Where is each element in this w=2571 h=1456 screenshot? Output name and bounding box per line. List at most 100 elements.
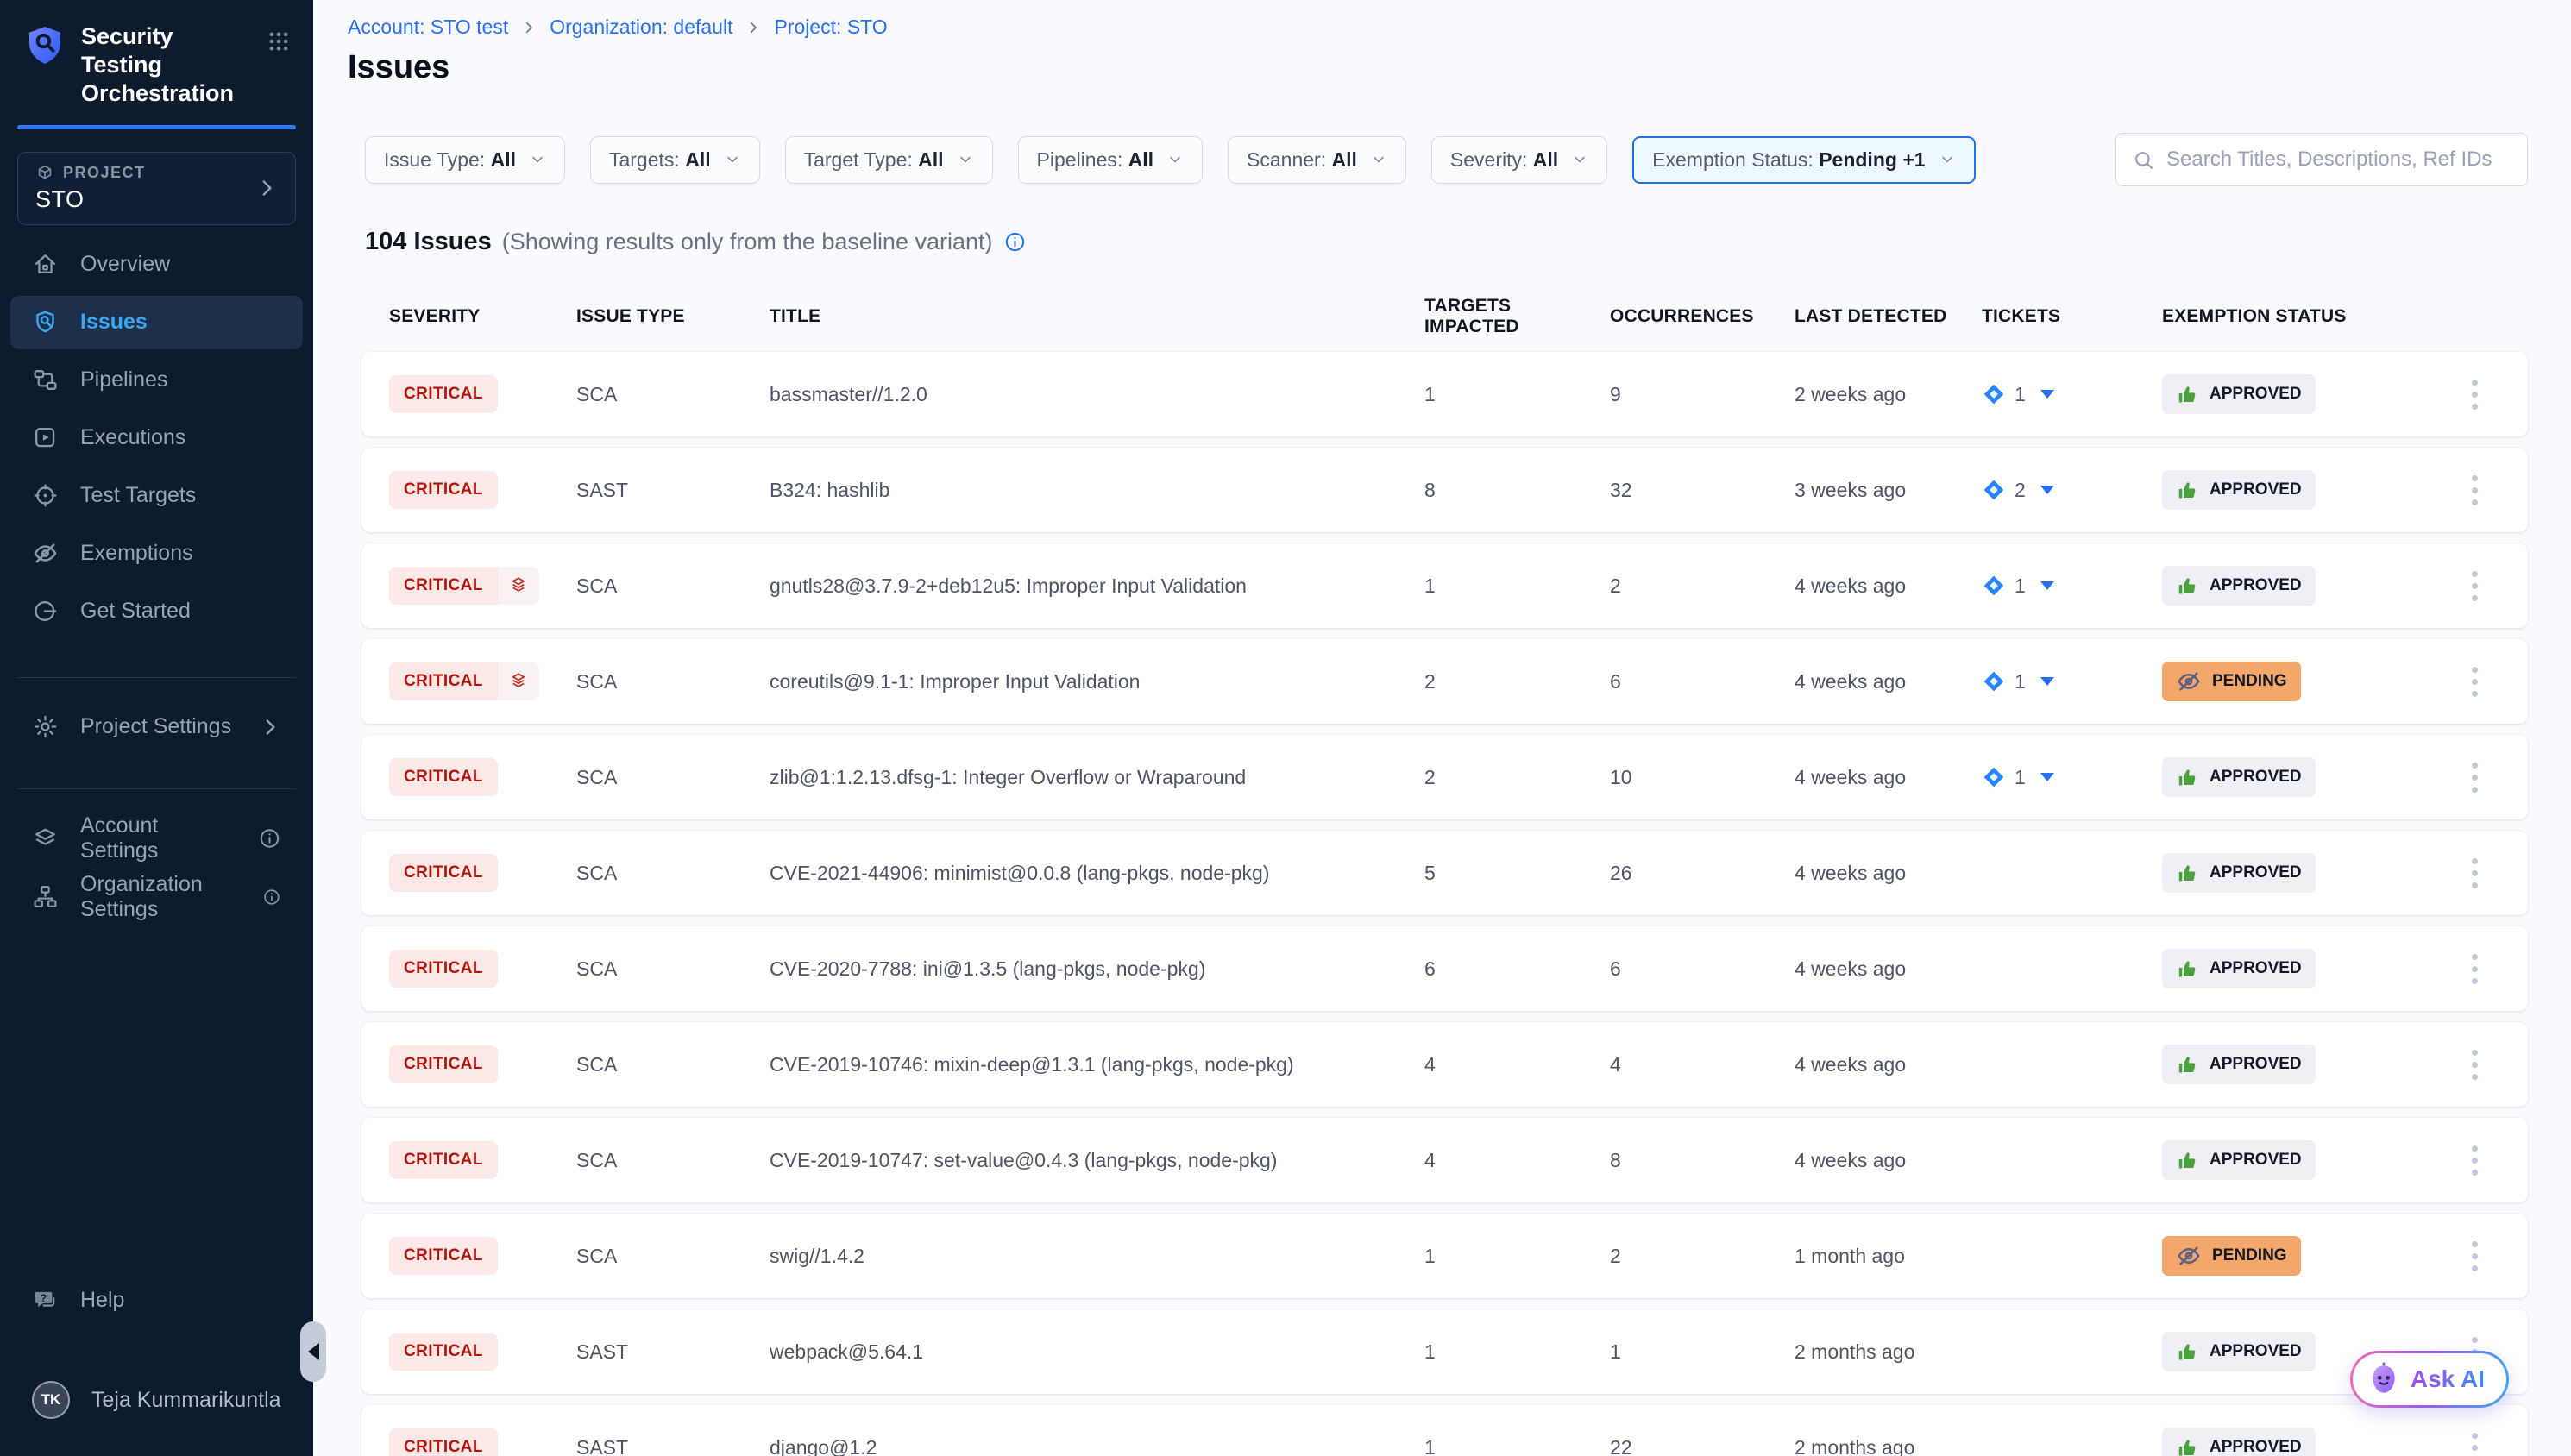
main-content: Account: STO test Organization: default Pr… xyxy=(313,0,2571,1456)
sidebar-item-project-settings[interactable]: Project Settings xyxy=(10,700,303,754)
nav-item-label: Issues xyxy=(80,310,148,335)
sidebar-item-exemptions[interactable]: Exemptions xyxy=(10,527,303,581)
sidebar-item-executions[interactable]: Executions xyxy=(10,411,303,465)
table-header-cell: LAST DETECTED xyxy=(1795,306,1982,327)
ticket-expand-caret-icon[interactable] xyxy=(2040,677,2054,686)
exemption-badge-approved: APPROVED xyxy=(2162,1140,2316,1180)
filter-label: Issue Type: xyxy=(384,148,485,171)
row-menu-kebab-icon[interactable] xyxy=(2465,1426,2485,1456)
module-grid-icon[interactable] xyxy=(267,29,291,53)
issue-title[interactable]: CVE-2019-10746: mixin-deep@1.3.1 (lang-p… xyxy=(770,1053,1424,1076)
filter-dropdown[interactable]: Target Type: All xyxy=(785,136,993,184)
info-icon[interactable] xyxy=(258,826,281,850)
issue-title[interactable]: CVE-2021-44906: minimist@0.0.8 (lang-pkg… xyxy=(770,862,1424,885)
row-menu-kebab-icon[interactable] xyxy=(2465,660,2485,704)
filter-dropdown[interactable]: Pipelines: All xyxy=(1018,136,1204,184)
project-settings-label: Project Settings xyxy=(80,714,231,739)
severity-cell: CRITICAL xyxy=(389,1428,576,1456)
ticket-expand-caret-icon[interactable] xyxy=(2040,773,2054,781)
issue-title[interactable]: bassmaster//1.2.0 xyxy=(770,383,1424,406)
table-row[interactable]: CRITICAL SCA CVE-2019-10747: set-value@0… xyxy=(361,1118,2528,1202)
last-detected-cell: 2 weeks ago xyxy=(1795,383,1982,406)
sidebar-item-overview[interactable]: Overview xyxy=(10,238,303,292)
exemption-status-label: APPROVED xyxy=(2210,480,2302,499)
thumbs-up-icon xyxy=(2176,479,2199,502)
breadcrumb-link[interactable]: Organization: default xyxy=(550,16,732,39)
breadcrumb-link[interactable]: Project: STO xyxy=(774,16,887,39)
sidebar-item-help[interactable]: Help xyxy=(10,1273,303,1327)
info-icon[interactable] xyxy=(262,885,281,909)
filter-dropdown[interactable]: Targets: All xyxy=(590,136,760,184)
issues-table: SEVERITYISSUE TYPETITLETARGETS IMPACTEDO… xyxy=(361,292,2528,1456)
table-row[interactable]: CRITICAL SAST webpack@5.64.1 1 1 2 month… xyxy=(361,1309,2528,1394)
severity-badge: CRITICAL xyxy=(389,1237,498,1275)
ticket-count: 1 xyxy=(2015,574,2026,598)
last-detected-cell: 2 months ago xyxy=(1795,1340,1982,1364)
chevron-down-icon xyxy=(957,151,974,168)
sidebar-item-account-settings[interactable]: Account Settings xyxy=(10,812,303,865)
table-row[interactable]: CRITICAL SCA bassmaster//1.2.0 1 9 2 wee… xyxy=(361,352,2528,436)
sidebar-item-organization-settings[interactable]: Organization Settings xyxy=(10,870,303,924)
filter-dropdown[interactable]: Scanner: All xyxy=(1228,136,1406,184)
row-menu-kebab-icon[interactable] xyxy=(2465,947,2485,991)
issue-title[interactable]: gnutls28@3.7.9-2+deb12u5: Improper Input… xyxy=(770,574,1424,598)
issue-title[interactable]: django@1.2 xyxy=(770,1436,1424,1456)
issue-title[interactable]: B324: hashlib xyxy=(770,479,1424,502)
sidebar-item-get-started[interactable]: Get Started xyxy=(10,585,303,638)
table-row[interactable]: CRITICAL SAST django@1.2 1 22 2 months a… xyxy=(361,1405,2528,1456)
app-title: Security Testing Orchestration xyxy=(81,22,251,108)
sidebar-collapse-button[interactable] xyxy=(300,1321,326,1382)
sidebar-item-pipelines[interactable]: Pipelines xyxy=(10,354,303,407)
table-row[interactable]: CRITICAL SCA coreutils@9.1-1: Improper I… xyxy=(361,639,2528,724)
layers-gear-icon xyxy=(32,825,59,851)
row-menu-kebab-icon[interactable] xyxy=(2465,373,2485,417)
ticket-expand-caret-icon[interactable] xyxy=(2040,486,2054,494)
jira-ticket-icon xyxy=(1982,765,2006,789)
targets-impacted-cell: 1 xyxy=(1424,1245,1610,1268)
issue-title[interactable]: swig//1.4.2 xyxy=(770,1245,1424,1268)
sidebar-item-issues[interactable]: Issues xyxy=(10,296,303,349)
row-menu-kebab-icon[interactable] xyxy=(2465,1043,2485,1087)
table-row[interactable]: CRITICAL SCA CVE-2021-44906: minimist@0.… xyxy=(361,831,2528,915)
thumbs-up-icon xyxy=(2176,1149,2199,1172)
issue-title[interactable]: zlib@1:1.2.13.dfsg-1: Integer Overflow o… xyxy=(770,766,1424,789)
issue-title[interactable]: CVE-2019-10747: set-value@0.4.3 (lang-pk… xyxy=(770,1149,1424,1172)
table-row[interactable]: CRITICAL SCA zlib@1:1.2.13.dfsg-1: Integ… xyxy=(361,735,2528,819)
filter-dropdown[interactable]: Exemption Status: Pending +1 xyxy=(1632,136,1975,184)
chevron-down-icon xyxy=(1571,151,1588,168)
table-row[interactable]: CRITICAL SCA CVE-2019-10746: mixin-deep@… xyxy=(361,1022,2528,1107)
ticket-expand-caret-icon[interactable] xyxy=(2040,581,2054,590)
severity-cell: CRITICAL xyxy=(389,1333,576,1371)
info-icon[interactable] xyxy=(1003,230,1027,254)
issue-type-cell: SCA xyxy=(576,383,770,406)
table-row[interactable]: CRITICAL SAST B324: hashlib 8 32 3 weeks… xyxy=(361,448,2528,532)
row-menu-kebab-icon[interactable] xyxy=(2465,564,2485,608)
thumbs-up-icon xyxy=(2176,1340,2199,1364)
project-selector[interactable]: PROJECT STO xyxy=(17,152,296,225)
chevron-right-icon xyxy=(745,20,761,35)
row-menu-kebab-icon[interactable] xyxy=(2465,1234,2485,1278)
issue-type-cell: SCA xyxy=(576,766,770,789)
filter-dropdown[interactable]: Issue Type: All xyxy=(365,136,565,184)
issue-title[interactable]: webpack@5.64.1 xyxy=(770,1340,1424,1364)
issue-title[interactable]: coreutils@9.1-1: Improper Input Validati… xyxy=(770,670,1424,693)
issues-count-note: (Showing results only from the baseline … xyxy=(502,229,993,255)
row-menu-kebab-icon[interactable] xyxy=(2465,756,2485,800)
table-row[interactable]: CRITICAL SCA CVE-2020-7788: ini@1.3.5 (l… xyxy=(361,926,2528,1011)
thumbs-up-icon xyxy=(2176,1436,2199,1456)
row-menu-kebab-icon[interactable] xyxy=(2465,1139,2485,1183)
sidebar-item-test-targets[interactable]: Test Targets xyxy=(10,469,303,523)
issue-title[interactable]: CVE-2020-7788: ini@1.3.5 (lang-pkgs, nod… xyxy=(770,957,1424,981)
row-menu-kebab-icon[interactable] xyxy=(2465,468,2485,512)
ask-ai-button[interactable]: Ask AI xyxy=(2350,1351,2509,1408)
ticket-expand-caret-icon[interactable] xyxy=(2040,390,2054,399)
table-row[interactable]: CRITICAL SCA swig//1.4.2 1 2 1 month ago xyxy=(361,1214,2528,1298)
exemption-status-cell: APPROVED APPROVED xyxy=(2162,853,2448,893)
occurrences-cell: 6 xyxy=(1610,957,1795,981)
breadcrumb-link[interactable]: Account: STO test xyxy=(348,16,508,39)
user-menu[interactable]: TK Teja Kummarikuntla xyxy=(10,1373,303,1427)
search-input[interactable] xyxy=(2166,147,2511,172)
table-row[interactable]: CRITICAL SCA gnutls28@3.7.9-2+deb12u5: I… xyxy=(361,543,2528,628)
row-menu-kebab-icon[interactable] xyxy=(2465,851,2485,895)
filter-dropdown[interactable]: Severity: All xyxy=(1431,136,1607,184)
